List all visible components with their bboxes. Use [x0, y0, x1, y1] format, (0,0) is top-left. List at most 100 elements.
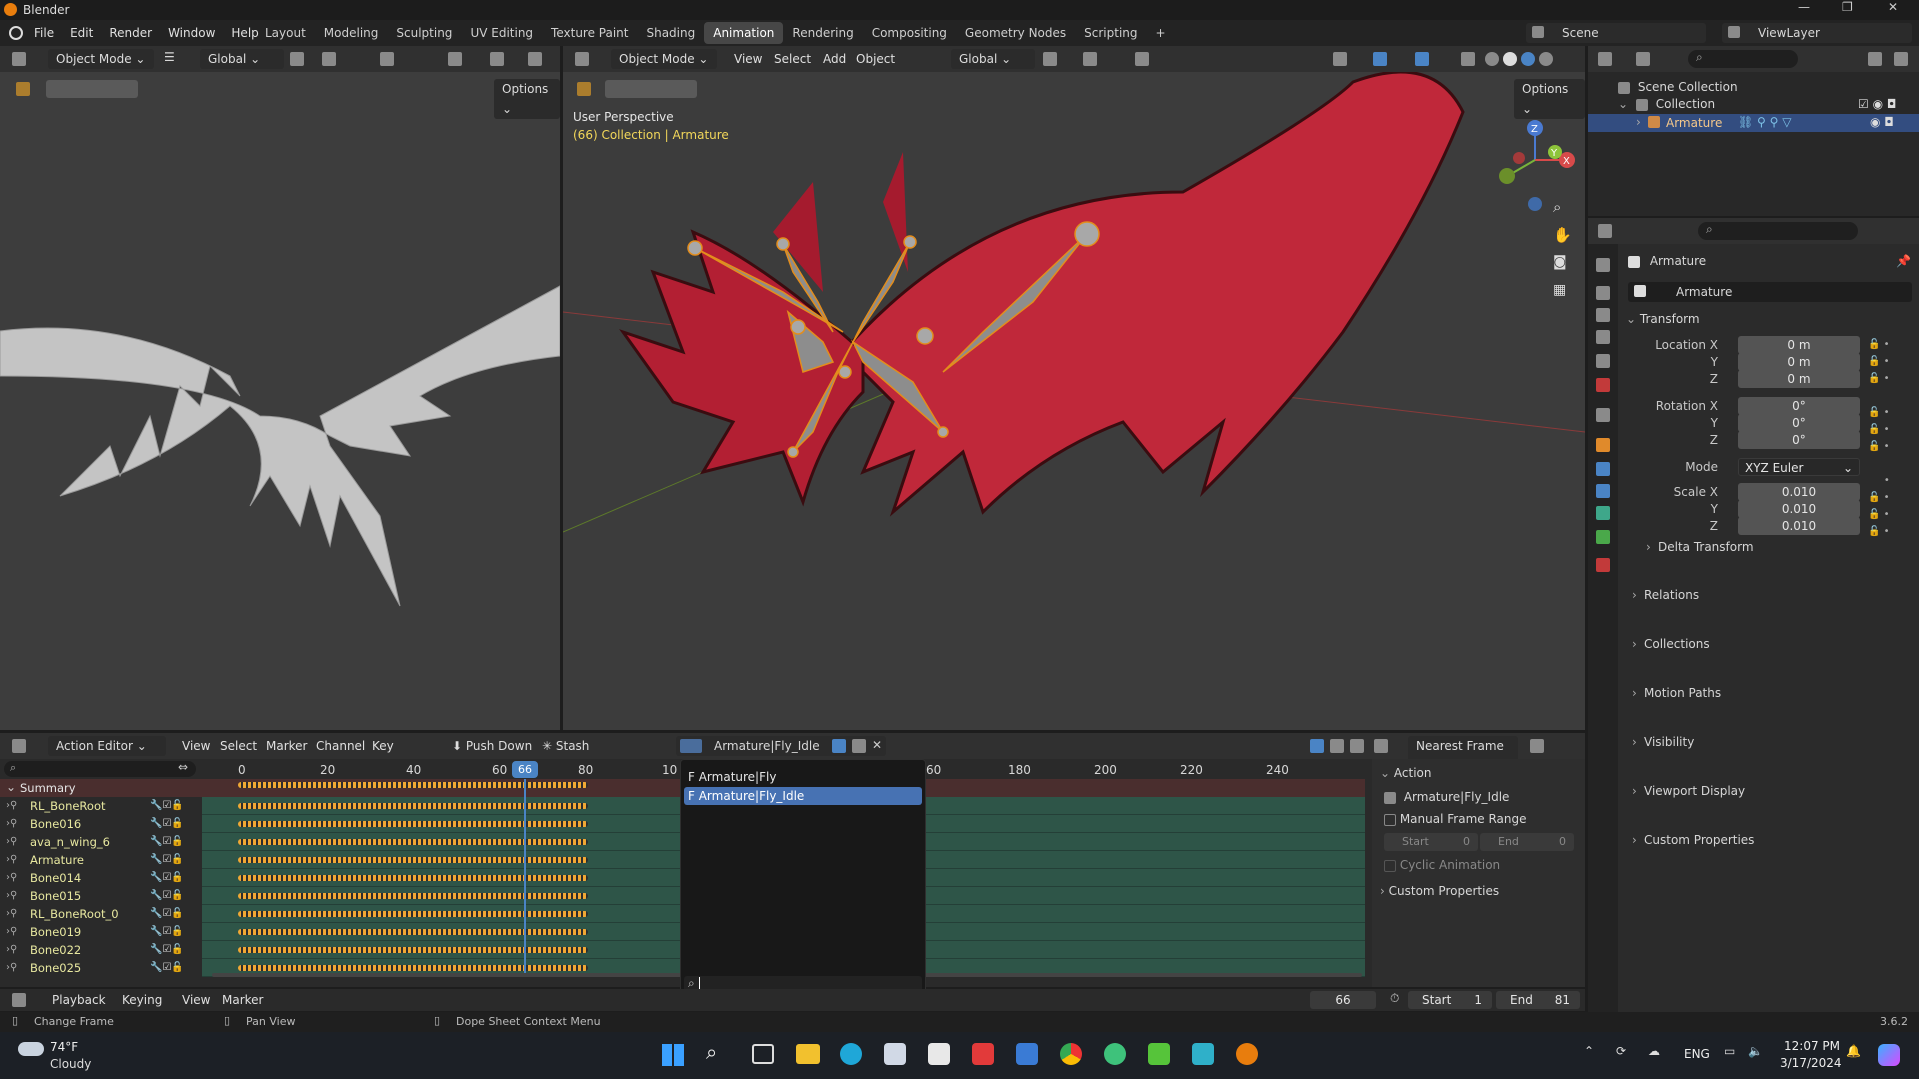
new-collection-icon[interactable] [1894, 52, 1908, 66]
tab-uv-editing[interactable]: UV Editing [461, 22, 542, 44]
physics-tab-icon[interactable] [1596, 484, 1610, 498]
tab-scripting[interactable]: Scripting [1075, 22, 1146, 44]
app-icon[interactable] [1192, 1043, 1214, 1065]
channel-toggle-icons[interactable]: 🔧☑🔓 🔧☑🔓 🔧☑🔓 🔧☑🔓 🔧☑🔓 🔧☑🔓 🔧☑🔓 🔧☑🔓 🔧☑🔓 🔧☑🔓 [150, 797, 200, 977]
data-tab-icon[interactable] [1596, 530, 1610, 544]
action-panel-header[interactable]: ⌄ Action [1380, 763, 1576, 783]
viewport-display-section[interactable]: Viewport Display [1626, 780, 1910, 802]
tab-texture-paint[interactable]: Texture Paint [542, 22, 637, 44]
main-viewport[interactable]: Object Mode ⌄ View Select Add Object Glo… [563, 46, 1585, 730]
rotation-x-field[interactable]: 0° [1738, 397, 1860, 415]
left-viewport[interactable]: Object Mode ⌄ ☰ Global ⌄ Options ⌄ [0, 46, 560, 730]
collection-tab-icon[interactable] [1596, 408, 1610, 422]
gizmo-icon[interactable] [1373, 52, 1387, 66]
tab-modeling[interactable]: Modeling [315, 22, 388, 44]
view-layer-selector[interactable]: ViewLayer [1722, 23, 1912, 43]
action-option-fly-idle[interactable]: F Armature|Fly_Idle [684, 787, 922, 805]
file-explorer-icon[interactable] [796, 1044, 820, 1064]
transform-panel-header[interactable]: ⌄ Transform [1626, 308, 1912, 330]
motion-paths-section[interactable]: Motion Paths [1626, 682, 1910, 704]
close-button[interactable]: ✕ [1888, 0, 1898, 14]
location-z-field[interactable]: 0 m [1738, 370, 1860, 388]
output-tab-icon[interactable] [1596, 308, 1610, 322]
visibility-section[interactable]: Visibility [1626, 731, 1910, 753]
tab-shading[interactable]: Shading [637, 22, 704, 44]
pin-icon[interactable]: 📌 [1896, 254, 1911, 268]
left-mode-dropdown[interactable]: Object Mode ⌄ [48, 49, 154, 69]
location-x-field[interactable]: 0 m [1738, 336, 1860, 354]
editor-type-icon[interactable] [12, 739, 26, 753]
menu-select[interactable]: Select [766, 48, 819, 70]
edge-icon[interactable] [840, 1043, 862, 1065]
minimize-button[interactable]: — [1798, 0, 1810, 14]
errors-icon[interactable] [1350, 739, 1364, 753]
left-options-button[interactable]: Options ⌄ [494, 79, 560, 119]
show-hidden-icon[interactable] [1330, 739, 1344, 753]
material-shading-icon[interactable] [1521, 52, 1535, 66]
clock-time[interactable]: 12:07 PM [1784, 1039, 1840, 1053]
menu-key[interactable]: Key [364, 735, 402, 757]
filter-icon[interactable] [1374, 739, 1388, 753]
transform-lock-icons[interactable]: 🔓 • 🔓 • 🔓 • 🔓 • 🔓 • 🔓 • • 🔓 • 🔓 • 🔓 • [1868, 336, 1908, 540]
select-modes[interactable] [46, 80, 138, 98]
end-frame-field[interactable]: End 81 [1496, 991, 1580, 1009]
pivot-icon[interactable] [1043, 52, 1057, 66]
editor-type-icon[interactable] [1598, 224, 1612, 238]
action-end-field[interactable]: End 0 [1480, 833, 1574, 851]
editor-type-icon[interactable] [12, 52, 26, 66]
fake-user-icon[interactable] [832, 739, 846, 753]
task-view-icon[interactable] [752, 1044, 774, 1064]
menu-playback[interactable]: Playback [44, 989, 114, 1011]
swap-icon[interactable]: ⇔ [178, 760, 188, 774]
unlink-action-icon[interactable]: ✕ [872, 738, 882, 752]
network-icon[interactable]: ▭ [1724, 1044, 1735, 1058]
gizmo-icon[interactable] [490, 52, 504, 66]
menu-view[interactable]: View [174, 989, 218, 1011]
proportional-edit-icon[interactable] [1135, 52, 1149, 66]
copilot-icon[interactable] [1878, 1044, 1900, 1066]
app-icon[interactable] [1104, 1043, 1126, 1065]
volume-icon[interactable]: 🔈 [1748, 1044, 1763, 1058]
chrome-icon[interactable] [1060, 1043, 1082, 1065]
menu-render[interactable]: Render [101, 22, 160, 44]
action-panel-name[interactable]: Armature|Fly_Idle [1384, 787, 1574, 807]
tab-sculpting[interactable]: Sculpting [387, 22, 461, 44]
outliner-row-armature[interactable]: › Armature ⛓ ⚲ ⚲ ▽ ◉ ◘ [1588, 114, 1919, 132]
delta-transform-section[interactable]: Delta Transform [1640, 536, 1910, 558]
main-mode-dropdown[interactable]: Object Mode ⌄ [611, 49, 717, 69]
blender-taskbar-icon[interactable] [1236, 1043, 1258, 1065]
menu-file[interactable]: File [26, 22, 62, 44]
snap-icon[interactable] [322, 52, 336, 66]
render-tab-icon[interactable] [1596, 286, 1610, 300]
channel-search[interactable]: ⌕ [4, 761, 196, 777]
editor-type-icon[interactable] [1598, 52, 1612, 66]
action-custom-properties[interactable]: › Custom Properties [1380, 881, 1576, 901]
zoom-icon[interactable]: ⌕ [1553, 198, 1561, 216]
cyclic-animation-checkbox[interactable]: Cyclic Animation [1384, 855, 1500, 875]
menu-window[interactable]: Window [160, 22, 223, 44]
action-editor-mode-dropdown[interactable]: Action Editor ⌄ [48, 736, 166, 756]
object-data-field[interactable]: Armature [1628, 282, 1912, 302]
start-frame-field[interactable]: Start 1 [1408, 991, 1492, 1009]
custom-properties-section[interactable]: Custom Properties [1626, 829, 1910, 851]
weather-cloud-icon[interactable] [18, 1042, 44, 1056]
search-icon[interactable]: ⌕ [706, 1040, 717, 1064]
location-y-field[interactable]: 0 m [1738, 353, 1860, 371]
view-layer-tab-icon[interactable] [1596, 330, 1610, 344]
overlay-icon[interactable] [1415, 52, 1429, 66]
tab-geometry-nodes[interactable]: Geometry Nodes [956, 22, 1075, 44]
constraints-tab-icon[interactable] [1596, 506, 1610, 520]
rotation-z-field[interactable]: 0° [1738, 431, 1860, 449]
tray-chevron-icon[interactable]: ⌃ [1584, 1044, 1594, 1058]
display-mode-icon[interactable] [1636, 52, 1650, 66]
scene-selector[interactable]: Scene [1526, 23, 1706, 43]
object-tab-icon[interactable] [1596, 438, 1610, 452]
new-action-icon[interactable] [852, 739, 866, 753]
armature-visibility-icons[interactable]: ◉ ◘ [1870, 115, 1894, 129]
rendered-shading-icon[interactable] [1539, 52, 1553, 66]
outliner-row-scene-collection[interactable]: Scene Collection [1618, 80, 1738, 94]
texture-tab-icon[interactable] [1596, 558, 1610, 572]
playhead-frame[interactable]: 66 [512, 761, 538, 778]
ortho-toggle-icon[interactable]: ▦ [1553, 282, 1566, 298]
app-icon[interactable] [1148, 1043, 1170, 1065]
